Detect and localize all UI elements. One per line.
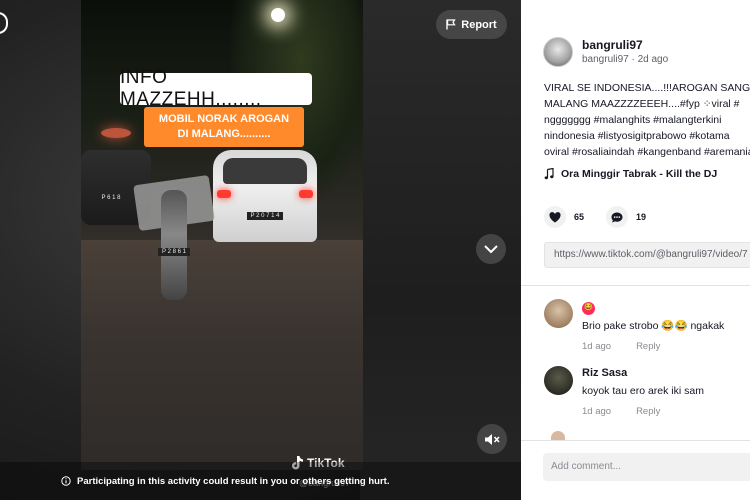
music-note-icon bbox=[544, 168, 554, 180]
comment-text: Brio pake strobo 😂😂 ngakak bbox=[582, 319, 725, 332]
motorcycle: P 2 8 6 1 bbox=[158, 190, 190, 300]
white-car: P 2 0 7 1 4 bbox=[213, 150, 317, 242]
car-rear-window bbox=[223, 158, 307, 184]
street-light bbox=[271, 8, 285, 22]
dark-car-plate: P 6 1 8 bbox=[95, 194, 127, 202]
commenter-avatar[interactable] bbox=[544, 366, 573, 395]
panel-divider bbox=[521, 285, 750, 286]
author-avatar[interactable] bbox=[543, 37, 573, 67]
comment-item: 😂 Brio pake strobo 😂😂 ngakak 1d ago Repl… bbox=[544, 299, 724, 352]
info-circle-icon bbox=[61, 476, 71, 486]
comment-text: koyok tau ero arek iki sam bbox=[582, 385, 704, 397]
road-surface bbox=[81, 240, 363, 470]
author-meta: bangruli97 · 2d ago bbox=[582, 54, 669, 65]
description-line: nggggggg #malanghits #malangterkini bbox=[544, 114, 722, 126]
video-description: VIRAL SE INDONESIA....!!!AROGAN SANGAT M… bbox=[544, 80, 750, 160]
profile-badge-icon: 😂 bbox=[582, 301, 595, 315]
comment-time: 1d ago bbox=[582, 340, 612, 352]
comment-meta: 1d ago Reply bbox=[582, 406, 704, 417]
taillight-right bbox=[299, 190, 313, 198]
caption-sub-line-1: MOBIL NORAK AROGAN bbox=[158, 113, 290, 125]
description-line: nindonesia #listyosigitprabowo #kotama bbox=[544, 130, 730, 142]
heart-icon bbox=[549, 211, 561, 222]
like-button[interactable] bbox=[544, 206, 566, 228]
traffic-light-glow bbox=[101, 128, 131, 138]
description-line: VIRAL SE INDONESIA....!!!AROGAN SANGAT bbox=[544, 82, 750, 94]
music-title: Ora Minggir Tabrak - Kill the DJ bbox=[561, 168, 718, 180]
mute-button[interactable] bbox=[477, 424, 507, 454]
warning-text: Participating in this activity could res… bbox=[77, 475, 390, 487]
comment-dots-icon bbox=[611, 212, 623, 222]
comment-meta: 1d ago Reply bbox=[582, 341, 724, 352]
reply-button[interactable]: Reply bbox=[636, 406, 660, 417]
share-link-field[interactable]: https://www.tiktok.com/@bangruli97/video… bbox=[544, 242, 750, 268]
reply-button[interactable]: Reply bbox=[636, 341, 660, 352]
taillight-left bbox=[217, 190, 231, 198]
music-link[interactable]: Ora Minggir Tabrak - Kill the DJ bbox=[544, 168, 717, 180]
report-button[interactable]: Report bbox=[436, 10, 507, 39]
next-comment-avatar bbox=[551, 431, 565, 440]
comment-input-divider bbox=[521, 440, 750, 441]
caption-sub-line-2: DI MALANG.......... bbox=[177, 128, 271, 140]
engagement-stats: 65 19 bbox=[544, 206, 646, 228]
like-count: 65 bbox=[574, 212, 585, 222]
description-line: oviral #rosaliaindah #kangenband #areman… bbox=[544, 146, 750, 158]
comment-item: Riz Sasa koyok tau ero arek iki sam 1d a… bbox=[544, 366, 704, 417]
safety-warning-bar: Participating in this activity could res… bbox=[0, 462, 521, 500]
commenter-name[interactable]: Riz Sasa bbox=[582, 366, 704, 380]
speaker-muted-icon bbox=[485, 433, 500, 445]
comment-time: 1d ago bbox=[582, 406, 612, 417]
add-comment-input[interactable]: Add comment... bbox=[543, 453, 750, 481]
comment-count: 19 bbox=[636, 212, 647, 222]
video-player[interactable]: P 6 1 8 P 2 0 7 1 4 P 2 8 6 1 INFO MAZZE… bbox=[0, 0, 521, 500]
chevron-down-icon bbox=[484, 244, 498, 253]
motorcycle-plate: P 2 8 6 1 bbox=[158, 248, 190, 256]
video-caption-sub: MOBIL NORAK AROGAN DI MALANG.......... bbox=[144, 107, 304, 147]
commenter-avatar[interactable] bbox=[544, 299, 573, 328]
author-block[interactable]: bangruli97 bangruli97 · 2d ago bbox=[543, 37, 668, 67]
next-video-button[interactable] bbox=[476, 234, 506, 264]
description-line: MALANG MAAZZZZEEEH....#fyp ⁘viral # bbox=[544, 98, 740, 110]
flag-icon bbox=[446, 19, 456, 30]
video-caption-main: INFO MAZZEHH........ bbox=[120, 67, 312, 110]
author-username[interactable]: bangruli97 bbox=[582, 38, 668, 52]
commenter-name[interactable]: 😂 bbox=[582, 299, 724, 315]
video-info-panel: bangruli97 bangruli97 · 2d ago VIRAL SE … bbox=[521, 0, 750, 500]
report-label: Report bbox=[461, 18, 497, 31]
white-car-plate: P 2 0 7 1 4 bbox=[247, 212, 283, 220]
comment-button[interactable] bbox=[606, 206, 629, 228]
